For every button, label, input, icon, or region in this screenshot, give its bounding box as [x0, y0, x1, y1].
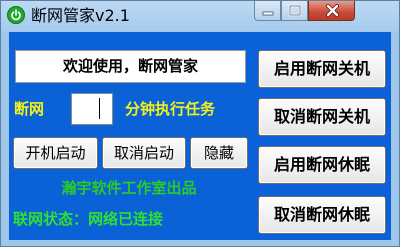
enable-sleep-button[interactable]: 启用断网休眠 [258, 146, 386, 184]
app-window: 断网管家v2.1 欢迎使用，断网管家 断网 分钟执行任务 开机启动 取消启动 隐… [0, 0, 400, 247]
maximize-icon [288, 4, 302, 17]
minimize-icon [262, 11, 274, 16]
text-caret [99, 98, 100, 119]
enable-shutdown-button[interactable]: 启用断网关机 [258, 50, 386, 88]
cancel-sleep-button[interactable]: 取消断网休眠 [258, 196, 386, 234]
cancel-shutdown-button[interactable]: 取消断网关机 [258, 98, 386, 136]
credit-text: 瀚宇软件工作室出品 [61, 179, 197, 197]
startup-cancel-button[interactable]: 取消启动 [102, 137, 186, 169]
main-panel: 欢迎使用，断网管家 断网 分钟执行任务 开机启动 取消启动 隐藏 瀚宇软件工作室… [9, 32, 391, 240]
close-button[interactable] [308, 1, 355, 21]
hide-button[interactable]: 隐藏 [190, 137, 248, 169]
minutes-input[interactable] [71, 93, 113, 125]
maximize-button[interactable] [281, 1, 308, 21]
startup-enable-button[interactable]: 开机启动 [13, 137, 98, 169]
welcome-banner: 欢迎使用，断网管家 [15, 50, 246, 83]
power-icon [7, 6, 25, 24]
close-icon [326, 4, 339, 17]
title-bar[interactable]: 断网管家v2.1 [1, 1, 399, 31]
window-title: 断网管家v2.1 [31, 6, 130, 25]
network-status-value: 网络已连接 [88, 210, 164, 228]
timer-suffix-label: 分钟执行任务 [125, 100, 216, 118]
minimize-button[interactable] [254, 1, 281, 21]
network-status: 联网状态：网络已连接 [13, 208, 163, 230]
timer-prefix-label: 断网 [14, 100, 45, 118]
network-status-label: 联网状态： [13, 210, 89, 228]
